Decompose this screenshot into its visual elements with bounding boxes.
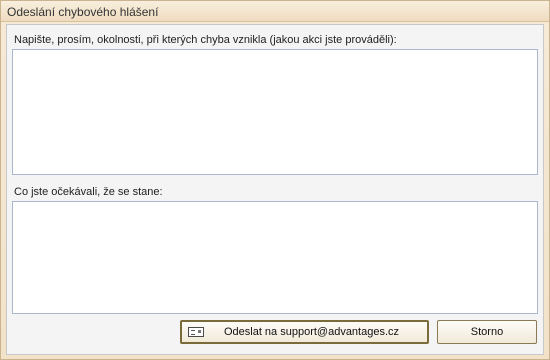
- report-dialog: Odeslání chybového hlášení Napište, pros…: [0, 0, 550, 360]
- send-report-label: Odeslat na support@advantages.cz: [223, 326, 400, 338]
- send-report-button[interactable]: Odeslat na support@advantages.cz: [180, 320, 429, 344]
- window-title: Odeslání chybového hlášení: [7, 5, 159, 19]
- mail-icon: [188, 327, 204, 337]
- cancel-label: Storno: [470, 326, 504, 338]
- circumstances-textarea[interactable]: [12, 49, 538, 175]
- expected-label: Co jste očekávali, že se stane:: [14, 186, 163, 198]
- cancel-button[interactable]: Storno: [437, 320, 537, 344]
- expected-textarea[interactable]: [12, 201, 538, 314]
- title-bar: Odeslání chybového hlášení: [1, 1, 549, 22]
- form-panel: Napište, prosím, okolnosti, při kterých …: [6, 24, 544, 355]
- circumstances-label: Napište, prosím, okolnosti, při kterých …: [14, 34, 397, 46]
